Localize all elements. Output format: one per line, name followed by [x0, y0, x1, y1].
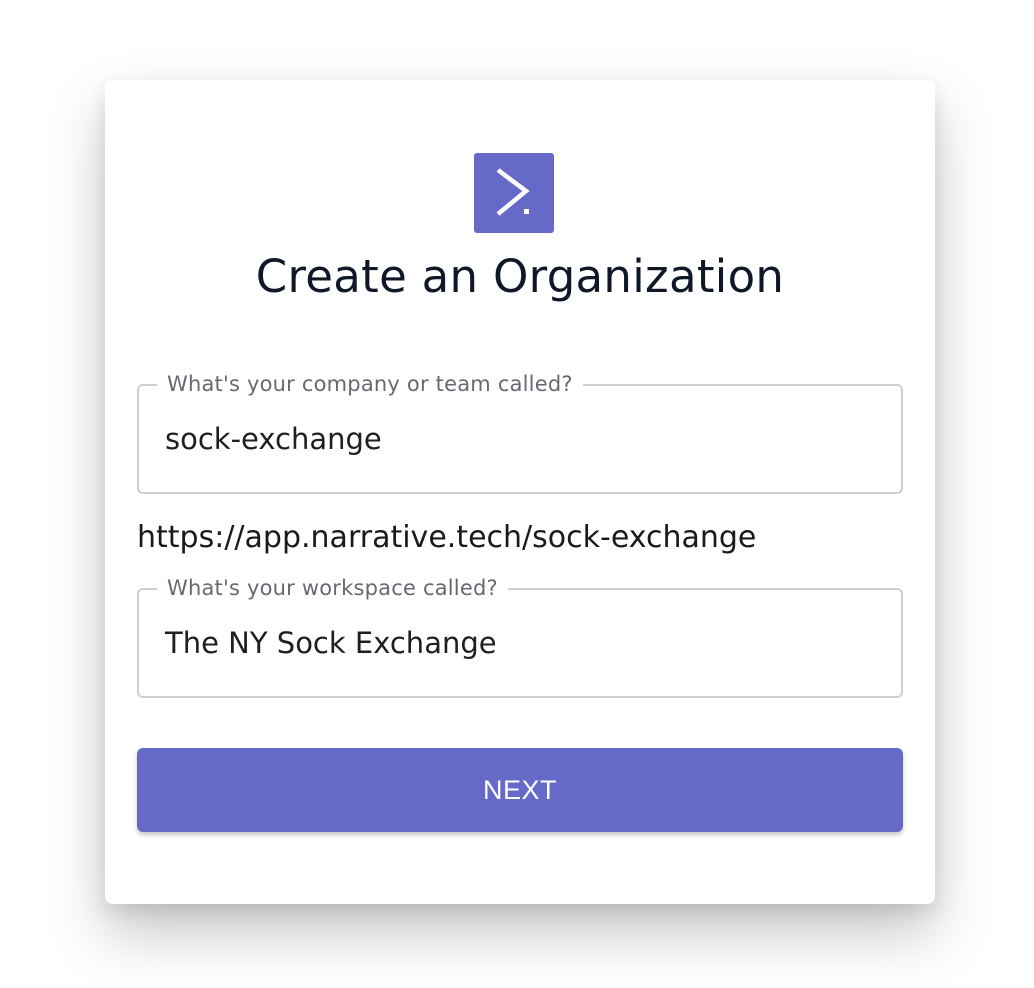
workspace-name-label: What's your workspace called? — [157, 576, 508, 600]
terminal-prompt-icon — [496, 168, 530, 216]
create-organization-card: Create an Organization What's your compa… — [105, 80, 935, 904]
workspace-name-input[interactable]: The NY Sock Exchange — [165, 626, 497, 660]
page-title: Create an Organization — [255, 250, 785, 303]
company-name-field[interactable]: What's your company or team called? sock… — [137, 372, 903, 494]
workspace-name-field[interactable]: What's your workspace called? The NY Soc… — [137, 576, 903, 698]
company-name-label: What's your company or team called? — [157, 372, 583, 396]
next-button[interactable]: NEXT — [137, 748, 903, 832]
app-logo-icon — [474, 153, 554, 233]
org-url-preview: https://app.narrative.tech/sock-exchange — [137, 520, 757, 555]
company-name-input[interactable]: sock-exchange — [165, 422, 382, 456]
